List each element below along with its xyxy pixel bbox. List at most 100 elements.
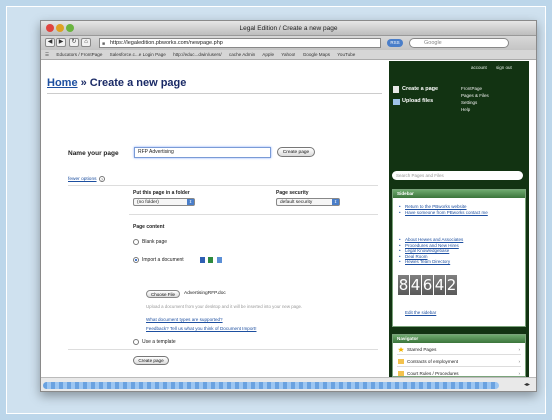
help-link[interactable]: Help xyxy=(461,106,489,113)
reload-button[interactable]: ↻ xyxy=(69,38,79,47)
page-title: Create a new page xyxy=(89,77,187,89)
scrollbar-thumb[interactable] xyxy=(43,382,499,389)
use-template-label: Use a template xyxy=(142,339,176,345)
sidebar-list-secondary: About Hewes and Associates Procedures an… xyxy=(399,237,524,265)
feedback-link[interactable]: Feedback? Tell us what you think of Docu… xyxy=(146,326,256,331)
back-button[interactable]: ◀ xyxy=(45,38,55,47)
folder-label: Put this page in a folder xyxy=(133,190,190,196)
search-field[interactable]: Google xyxy=(409,38,509,48)
sidebar-list-primary: Return to the PBworks website Have someo… xyxy=(399,204,524,215)
page-content: Home » Create a new page Name your page … xyxy=(41,61,536,379)
bookmark-item[interactable]: http://educ...dwin/users/ xyxy=(173,52,222,57)
security-select-value: default security xyxy=(280,200,313,205)
breadcrumb: Home » Create a new page xyxy=(47,77,186,89)
nav-item-label: Starred Pages xyxy=(407,347,437,352)
page-name-label: Name your page xyxy=(68,150,119,157)
nav-item-contracts[interactable]: Contracts of employment › xyxy=(397,356,521,367)
bookmark-item[interactable]: Yahoo! xyxy=(281,52,295,57)
pages-files-link[interactable]: Pages & Files xyxy=(461,92,489,99)
lock-icon: ■ xyxy=(102,41,106,47)
folder-icon xyxy=(398,371,404,376)
zoom-window-button[interactable] xyxy=(66,24,74,32)
sidebar-search-input[interactable]: Search Pages and Files xyxy=(392,171,523,180)
forward-button[interactable]: ▶ xyxy=(56,38,66,47)
window-title: Legal Edition / Create a new page xyxy=(239,25,338,32)
breadcrumb-home-link[interactable]: Home xyxy=(47,77,78,89)
bookmark-item[interactable]: Salesforce.c...e Login Page xyxy=(110,52,166,57)
blank-page-radio[interactable] xyxy=(133,239,139,245)
create-page-bottom-button[interactable]: Create page xyxy=(133,356,169,365)
upload-files-link[interactable]: Upload files xyxy=(402,98,433,104)
use-template-radio[interactable] xyxy=(133,339,139,345)
create-page-link[interactable]: Create a page xyxy=(402,86,438,92)
settings-link[interactable]: Settings xyxy=(461,99,489,106)
create-page-button[interactable]: Create page xyxy=(277,147,315,157)
main-column: Home » Create a new page Name your page … xyxy=(41,61,386,377)
folder-select[interactable]: (no folder) ⇕ xyxy=(133,198,195,206)
folder-icon xyxy=(393,99,400,105)
list-item[interactable]: Hewes Team Directory xyxy=(399,259,524,265)
select-arrow-icon: ⇕ xyxy=(187,199,194,205)
edit-sidebar-link[interactable]: Edit the sidebar xyxy=(405,310,436,315)
browser-window: Legal Edition / Create a new page ◀ ▶ ↻ … xyxy=(40,20,537,392)
sidebar-nav-links: FrontPage Pages & Files Settings Help xyxy=(461,85,489,113)
excel-doc-icon xyxy=(208,257,213,263)
bookmark-item[interactable]: Google Maps xyxy=(303,52,330,57)
sidebar-panel-heading: Sidebar xyxy=(393,190,525,198)
list-item[interactable]: Have someone from PBworks contact me xyxy=(399,210,524,216)
frontpage-link[interactable]: FrontPage xyxy=(461,85,489,92)
word-doc-icon xyxy=(200,257,205,263)
page-content-label: Page content xyxy=(133,224,165,230)
choose-file-button[interactable]: Choose File xyxy=(146,290,180,298)
import-document-label: Import a document xyxy=(142,257,184,263)
breadcrumb-separator: » xyxy=(77,77,90,89)
fewer-options-link[interactable]: fewer options xyxy=(68,177,97,182)
nav-item-label: Court Rules / Procedures xyxy=(407,371,459,376)
page-icon xyxy=(393,86,399,93)
help-icon[interactable]: ? xyxy=(99,176,105,182)
address-bar[interactable]: ■ https://legaledition.pbworks.com/newpa… xyxy=(99,38,381,48)
right-sidebar: account sign out Create a page Upload fi… xyxy=(389,61,529,379)
bookmark-item[interactable]: Educators / FrontPage xyxy=(56,52,102,57)
rss-button[interactable]: RSS xyxy=(387,39,403,47)
nav-item-starred[interactable]: Starred Pages › xyxy=(397,344,521,355)
supported-types-link[interactable]: What document types are supported? xyxy=(146,317,223,322)
visit-counter: 8 4 6 4 2 xyxy=(398,275,457,295)
home-button[interactable]: ⌂ xyxy=(81,38,91,47)
divider xyxy=(129,214,378,215)
security-label: Page security xyxy=(276,190,309,196)
title-bar: Legal Edition / Create a new page xyxy=(41,21,536,36)
blank-page-label: Blank page xyxy=(142,239,168,245)
counter-digit: 4 xyxy=(410,275,421,295)
bookmark-item[interactable]: cache Admin xyxy=(229,52,255,57)
account-link[interactable]: account xyxy=(471,65,487,70)
sign-out-link[interactable]: sign out xyxy=(496,65,512,70)
browser-toolbar: ◀ ▶ ↻ ⌂ ■ https://legaledition.pbworks.c… xyxy=(41,36,536,50)
bookmarks-bar: ☰ Educators / FrontPage Salesforce.c...e… xyxy=(41,50,536,60)
page-name-input[interactable]: RFP Advertising xyxy=(134,147,271,158)
divider xyxy=(68,185,378,186)
counter-digit: 2 xyxy=(446,275,457,295)
chevron-right-icon: › xyxy=(518,359,520,364)
bookmark-item[interactable]: Apple xyxy=(262,52,274,57)
selected-file-name: AdvertisingRFP.doc xyxy=(184,291,226,296)
divider xyxy=(68,349,378,350)
scroll-arrows-icon[interactable]: ◂▸ xyxy=(524,381,530,388)
minimize-window-button[interactable] xyxy=(56,24,64,32)
folder-select-value: (no folder) xyxy=(137,200,159,205)
address-text: https://legaledition.pbworks.com/newpage… xyxy=(110,40,223,46)
security-select[interactable]: default security ⇕ xyxy=(276,198,340,206)
divider xyxy=(47,93,382,94)
search-placeholder: Google xyxy=(424,40,442,46)
bookmark-item[interactable]: YouTube xyxy=(337,52,355,57)
import-document-radio[interactable] xyxy=(133,257,139,263)
chevron-right-icon: › xyxy=(518,347,520,352)
bookmarks-icon[interactable]: ☰ xyxy=(45,52,49,57)
navigator-heading: Navigator xyxy=(393,335,525,343)
sidebar-panel: Sidebar Return to the PBworks website Ha… xyxy=(392,189,526,327)
close-window-button[interactable] xyxy=(46,24,54,32)
horizontal-scrollbar[interactable]: ◂▸ xyxy=(41,377,536,391)
navigator-panel: Navigator Starred Pages › Contracts of e… xyxy=(392,334,526,379)
nav-item-label: Contracts of employment xyxy=(407,359,459,364)
counter-digit: 8 xyxy=(398,275,409,295)
